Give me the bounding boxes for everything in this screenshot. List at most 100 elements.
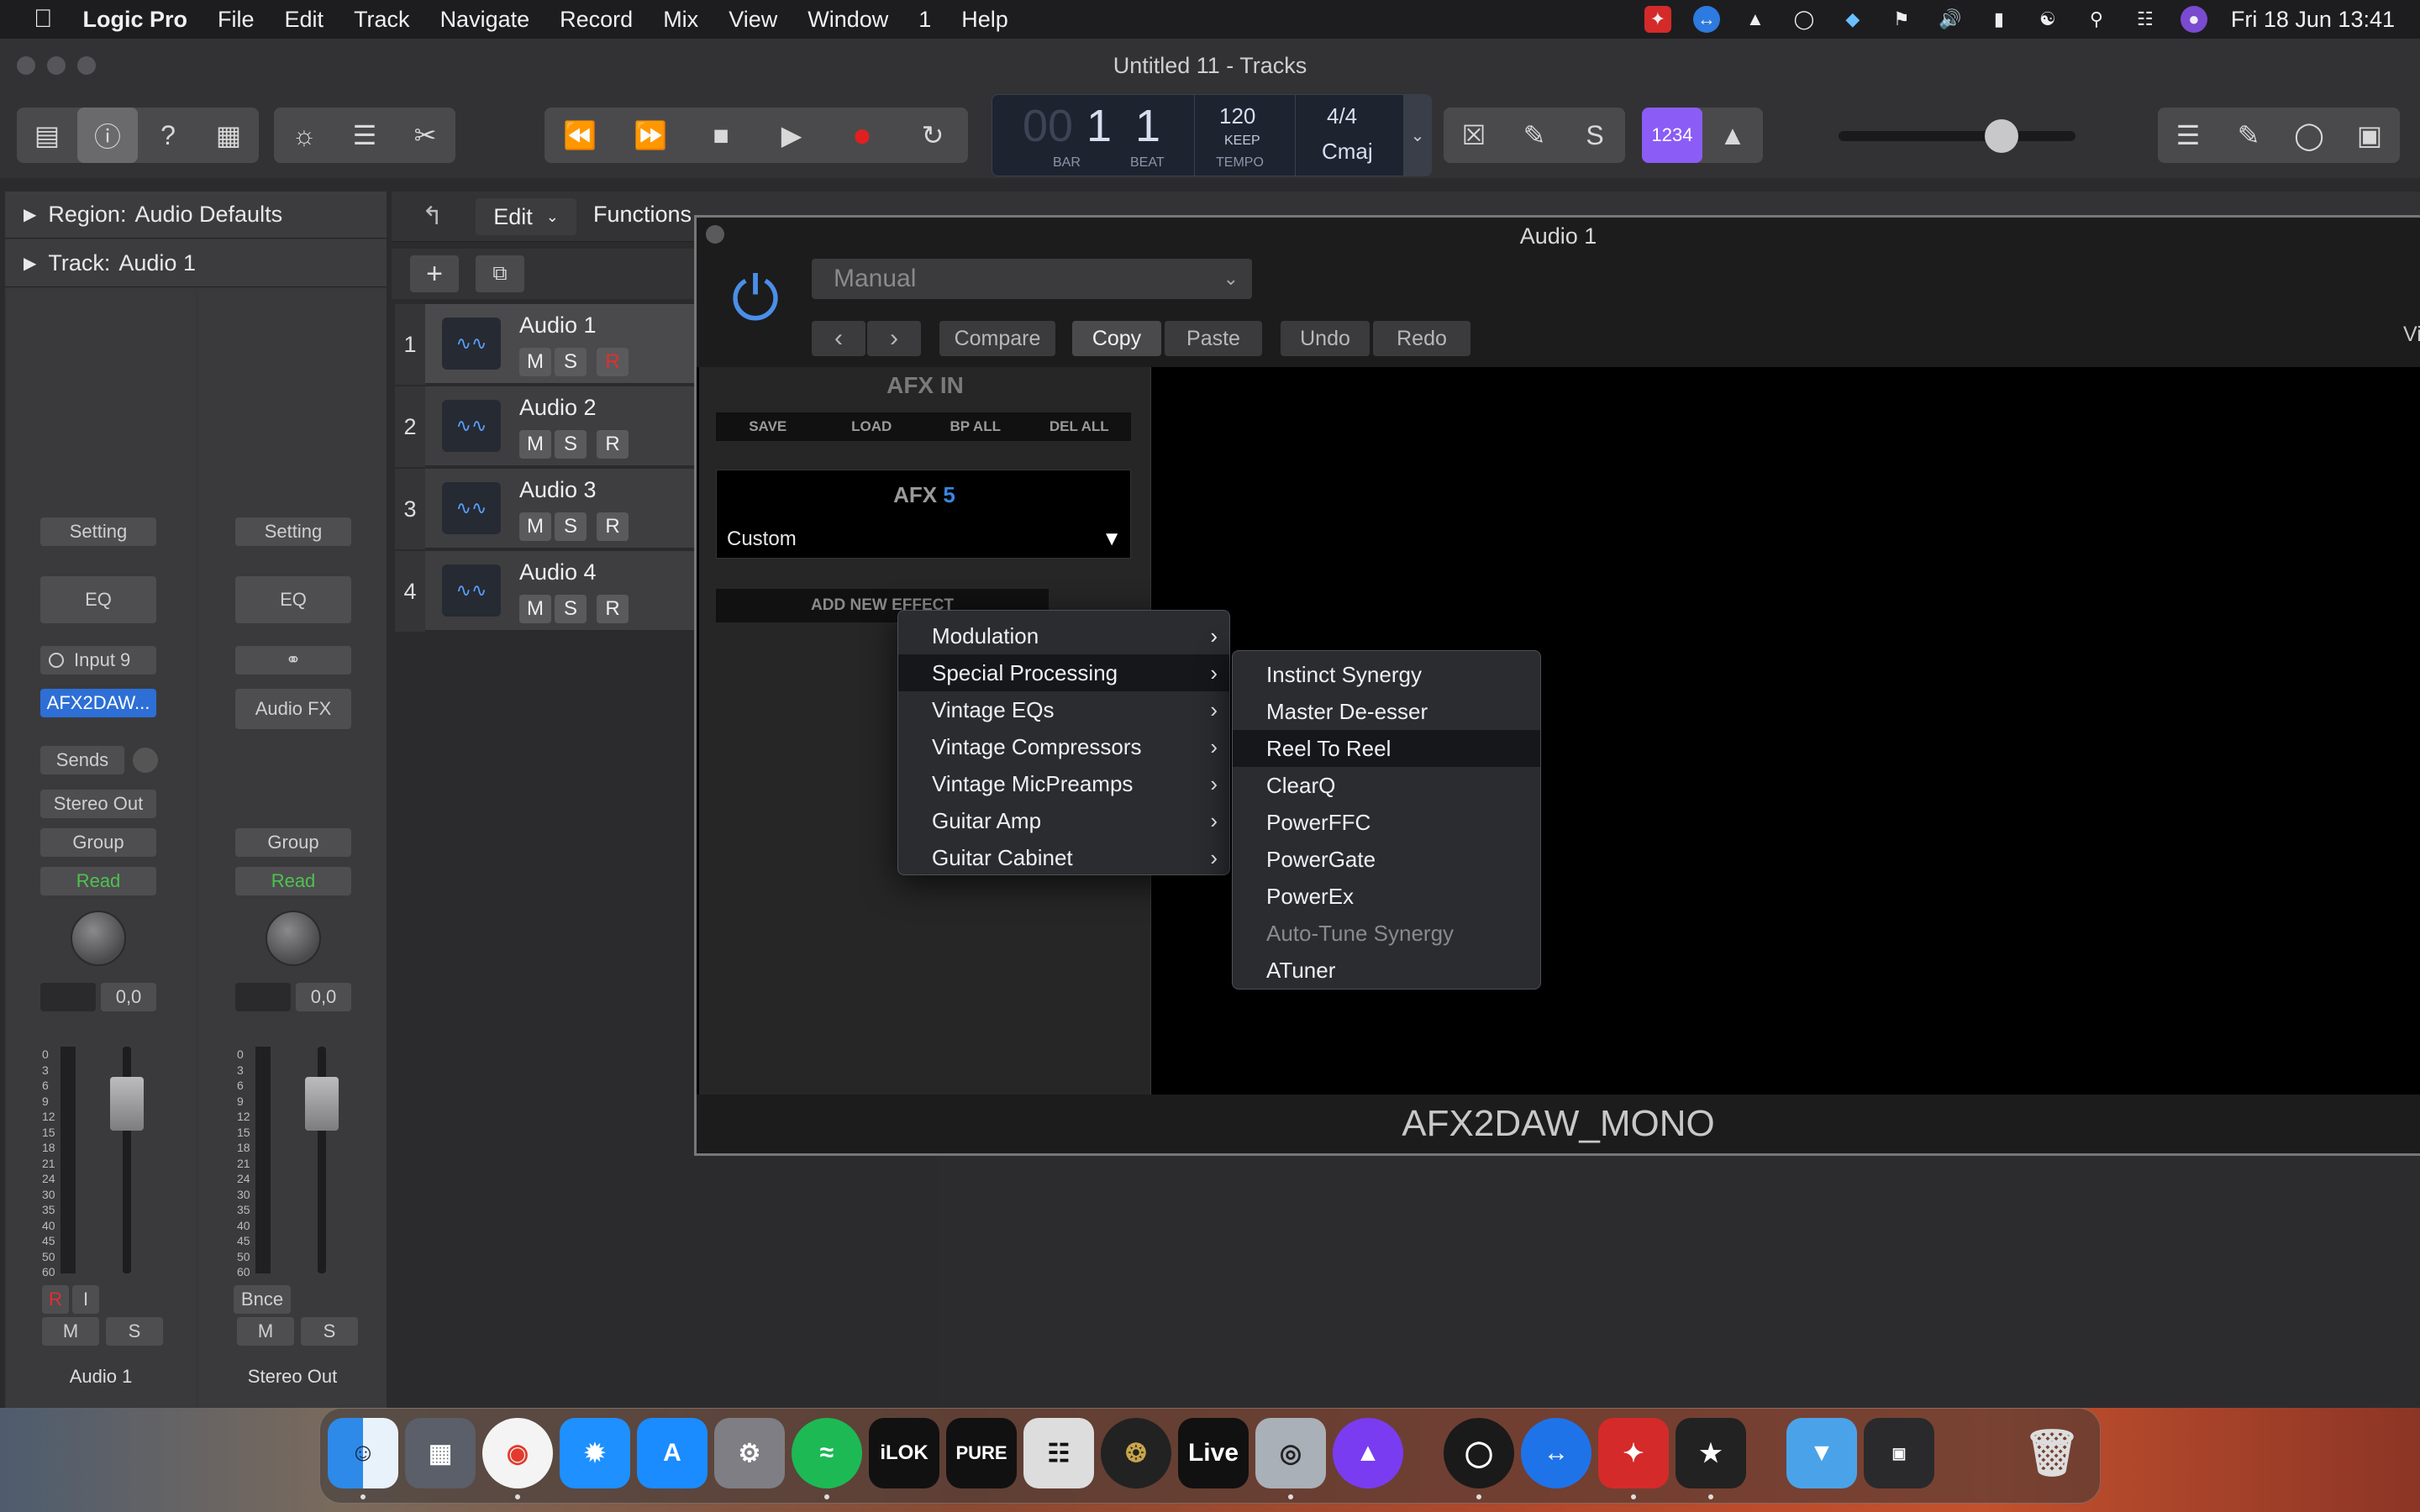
channel-name[interactable]: Stereo Out: [198, 1366, 387, 1388]
ring-status-icon[interactable]: ◯: [1791, 6, 1818, 33]
track-mute-button[interactable]: M: [519, 430, 551, 459]
solo-button[interactable]: S: [301, 1317, 358, 1346]
redo-button[interactable]: Redo: [1373, 321, 1470, 356]
menu-view[interactable]: View: [729, 7, 777, 33]
launchpad-icon[interactable]: ▦: [405, 1418, 476, 1488]
edit-menu[interactable]: Edit ⌄: [476, 198, 576, 235]
logic-pro-icon[interactable]: ◎: [1255, 1418, 1326, 1488]
pan-knob[interactable]: [71, 911, 126, 966]
menu-mix[interactable]: Mix: [663, 7, 698, 33]
master-volume-knob[interactable]: [1985, 119, 2018, 153]
output-button[interactable]: Stereo Out: [40, 790, 156, 818]
track-mute-button[interactable]: M: [519, 595, 551, 623]
loop-browser-icon[interactable]: ◯: [2279, 108, 2339, 163]
track-record-button[interactable]: R: [597, 430, 629, 459]
track-solo-button[interactable]: S: [555, 512, 587, 541]
safari-icon[interactable]: ✹: [560, 1418, 630, 1488]
menu-item-powerex[interactable]: PowerEx: [1233, 878, 1540, 915]
downloads-folder-icon[interactable]: ▼: [1786, 1418, 1857, 1488]
menubar-clock[interactable]: Fri 18 Jun 13:41: [2231, 7, 2395, 33]
inspector-region-header[interactable]: ▶ Region: Audio Defaults: [5, 192, 387, 239]
mute-button[interactable]: M: [237, 1317, 294, 1346]
compare-button[interactable]: Compare: [939, 321, 1055, 356]
list-editors-icon[interactable]: ☰: [2158, 108, 2218, 163]
preset-menu[interactable]: Manual ⌄: [812, 259, 1252, 299]
track-mute-button[interactable]: M: [519, 512, 551, 541]
undo-button[interactable]: Undo: [1281, 321, 1370, 356]
solo-mode-icon[interactable]: S: [1565, 108, 1625, 163]
afx-load-button[interactable]: LOAD: [820, 412, 924, 441]
menu-file[interactable]: File: [218, 7, 255, 33]
menu-help[interactable]: Help: [961, 7, 1008, 33]
menu-app-name[interactable]: Logic Pro: [83, 7, 188, 33]
track-solo-button[interactable]: S: [555, 595, 587, 623]
siri-icon[interactable]: ●: [2180, 6, 2207, 33]
track-solo-button[interactable]: S: [555, 348, 587, 376]
group-button[interactable]: Group: [235, 828, 351, 857]
replace-icon[interactable]: ☒: [1444, 108, 1504, 163]
track-name[interactable]: Audio 3: [519, 477, 597, 503]
track-record-button[interactable]: R: [597, 512, 629, 541]
disclosure-triangle-icon[interactable]: ▶: [24, 204, 36, 225]
channel-name[interactable]: Audio 1: [7, 1366, 195, 1388]
plugin-close-button[interactable]: [706, 225, 724, 244]
volume-fader-cap[interactable]: [110, 1077, 144, 1131]
quick-help-icon[interactable]: ?: [138, 108, 198, 163]
menu-1[interactable]: 1: [918, 7, 931, 33]
afx-delete-all-button[interactable]: DEL ALL: [1028, 412, 1132, 441]
trash-icon[interactable]: 🗑: [2017, 1418, 2087, 1488]
next-preset-icon[interactable]: ›: [867, 321, 921, 356]
stop-icon[interactable]: ■: [686, 108, 756, 163]
functions-menu[interactable]: Functions: [593, 202, 692, 228]
solo-button[interactable]: S: [106, 1317, 163, 1346]
antelope-launcher-icon[interactable]: ✦: [1598, 1418, 1669, 1488]
inspector-icon[interactable]: ⓘ: [77, 108, 138, 163]
menu-item-clearq[interactable]: ClearQ: [1233, 767, 1540, 804]
teamviewer-status-icon[interactable]: ↔: [1692, 6, 1720, 33]
previous-preset-icon[interactable]: ‹: [812, 321, 865, 356]
menu-navigate[interactable]: Navigate: [440, 7, 530, 33]
triangle-status-icon[interactable]: ▲: [1742, 6, 1769, 33]
menu-record[interactable]: Record: [560, 7, 633, 33]
afx-preset-name[interactable]: Custom: [727, 528, 797, 551]
midi-keyboard-icon[interactable]: ☷: [1023, 1418, 1094, 1488]
setting-button[interactable]: Setting: [40, 517, 156, 546]
smart-controls-icon[interactable]: ☼: [274, 108, 334, 163]
automation-mode-button[interactable]: Read: [40, 867, 156, 895]
mixer-icon[interactable]: ☰: [334, 108, 395, 163]
track-name[interactable]: Audio 2: [519, 395, 597, 421]
menu-item-vintage-compressors[interactable]: Vintage Compressors ›: [898, 728, 1229, 765]
recent-files-stack-icon[interactable]: ▣: [1864, 1418, 1934, 1488]
volume-fader-cap[interactable]: [305, 1077, 339, 1131]
track-name[interactable]: Audio 4: [519, 559, 597, 585]
apple-menu-icon[interactable]: : [34, 5, 53, 34]
track-name[interactable]: Audio 1: [519, 312, 597, 339]
metronome-icon[interactable]: ▲: [1702, 108, 1763, 163]
spotify-icon[interactable]: ≈: [792, 1418, 862, 1488]
volume-value[interactable]: 0,0: [296, 983, 351, 1011]
input-slot[interactable]: Input 9: [40, 646, 156, 675]
menu-item-instinct-synergy[interactable]: Instinct Synergy: [1233, 656, 1540, 693]
track-solo-button[interactable]: S: [555, 430, 587, 459]
menu-item-special-processing[interactable]: Special Processing ›: [898, 654, 1229, 691]
pan-knob[interactable]: [266, 911, 321, 966]
eq-button[interactable]: EQ: [235, 576, 351, 623]
close-window-button[interactable]: [17, 56, 35, 75]
copy-button[interactable]: Copy: [1072, 321, 1161, 356]
menu-item-atuner[interactable]: ATuner: [1233, 952, 1540, 989]
ilok-icon[interactable]: iLOK: [869, 1418, 939, 1488]
menu-item-vintage-micpreamps[interactable]: Vintage MicPreamps ›: [898, 765, 1229, 802]
plugin-slot-afx2daw[interactable]: AFX2DAW...: [40, 689, 156, 717]
master-volume-slider[interactable]: [1839, 131, 2075, 141]
cycle-icon[interactable]: ↻: [897, 108, 968, 163]
lcd-time-signature[interactable]: 4/4: [1327, 103, 1357, 129]
ua-console-icon[interactable]: ★: [1676, 1418, 1746, 1488]
play-icon[interactable]: ▶: [756, 108, 827, 163]
menu-item-powergate[interactable]: PowerGate: [1233, 841, 1540, 878]
power-icon[interactable]: ⏻: [723, 265, 788, 333]
menu-item-master-de-esser[interactable]: Master De-esser: [1233, 693, 1540, 730]
add-track-icon[interactable]: +: [410, 255, 459, 292]
zoom-window-button[interactable]: [77, 56, 96, 75]
afx-save-button[interactable]: SAVE: [716, 412, 820, 441]
lcd-mode-chevron-icon[interactable]: ⌄: [1403, 94, 1432, 176]
